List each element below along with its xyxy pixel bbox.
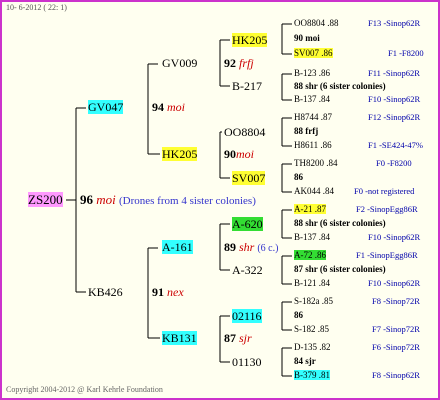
gen4-queen-3[interactable]: OO8804 — [224, 126, 265, 138]
gen5-origin-1: F13 -Sinop62R — [368, 18, 421, 28]
gen5-rating: 90 moi — [294, 33, 320, 43]
gen5-origin-1: F11 -Sinop62R — [368, 68, 420, 78]
gen5-rating: 88 shr (6 sister colonies) — [294, 81, 386, 91]
gen4-queen-4[interactable]: SV007 — [232, 171, 266, 185]
gen5-queen-bot[interactable]: H8611 .86 — [294, 141, 332, 150]
gen3-queen-3[interactable]: A-161 — [162, 240, 193, 254]
gen2-rating-1: 94 moi — [152, 100, 185, 114]
gen5-rating: 87 shr (6 sister colonies) — [294, 264, 386, 274]
gen5-queen-top[interactable]: B-123 .86 — [294, 69, 330, 78]
gen5-rating: 86 — [294, 310, 303, 320]
gen4-queen-8[interactable]: 01130 — [232, 356, 262, 368]
gen5-origin-1: F2 -SinopEgg86R — [356, 204, 418, 214]
gen4-queen-2[interactable]: B-217 — [232, 80, 262, 92]
copyright-footer: Copyright 2004-2012 @ Karl Kehrle Founda… — [6, 385, 163, 394]
gen5-rating: 88 frfj — [294, 126, 319, 136]
gen5-queen-bot[interactable]: AK044 .84 — [294, 187, 334, 196]
gen5-origin-2: F1 -SE424-47% — [368, 140, 424, 150]
gen4-queen-5[interactable]: A-620 — [232, 217, 263, 231]
gen3-rating-1: 92 frfj — [224, 56, 254, 70]
gen5-origin-2: F10 -Sinop62R — [368, 232, 421, 242]
root-rating: 96 moi (Drones from 4 sister colonies) — [80, 192, 256, 207]
gen5-origin-2: F1 -F8200 — [388, 48, 424, 58]
gen5-queen-top[interactable]: H8744 .87 — [294, 113, 332, 122]
gen5-origin-2: F10 -Sinop62R — [368, 94, 421, 104]
gen3-queen-1[interactable]: GV009 — [162, 57, 197, 69]
gen5-origin-1: F0 -F8200 — [376, 158, 412, 168]
gen5-origin-2: F0 -not registered — [354, 186, 415, 196]
header-timestamp: 10- 6-2012 ( 22: 1) — [6, 3, 67, 12]
gen5-queen-bot[interactable]: S-182 .85 — [294, 325, 329, 334]
gen5-queen-bot[interactable]: B-379 .81 — [294, 370, 330, 380]
gen5-queen-top[interactable]: D-135 .82 — [294, 343, 331, 352]
gen5-origin-2: F7 -Sinop72R — [372, 324, 420, 334]
gen5-queen-bot[interactable]: B-137 .84 — [294, 95, 330, 104]
gen5-rating: 88 shr (6 sister colonies) — [294, 218, 386, 228]
gen5-rating: 86 — [294, 172, 303, 182]
gen5-queen-bot[interactable]: SV007 .86 — [294, 48, 333, 58]
gen2-queen-1[interactable]: GV047 — [88, 100, 124, 114]
gen5-queen-top[interactable]: A-21 .87 — [294, 204, 326, 214]
gen5-rating: 84 sjr — [294, 356, 316, 366]
gen5-queen-top[interactable]: S-182a .85 — [294, 297, 333, 306]
gen5-origin-2: F10 -Sinop62R — [368, 278, 421, 288]
gen5-origin-1: F12 -Sinop62R — [368, 112, 421, 122]
gen2-rating-2: 91 nex — [152, 285, 184, 299]
gen5-queen-bot[interactable]: B-121 .84 — [294, 279, 330, 288]
gen5-queen-top[interactable]: A-72 .86 — [294, 250, 326, 260]
root-queen[interactable]: ZS200 — [28, 192, 63, 207]
gen5-queen-top[interactable]: TH8200 .84 — [294, 159, 338, 168]
gen4-queen-7[interactable]: 02116 — [232, 309, 262, 323]
gen4-queen-6[interactable]: A-322 — [232, 264, 263, 276]
gen3-queen-2[interactable]: HK205 — [162, 147, 198, 161]
gen5-queen-top[interactable]: OO8804 .88 — [294, 19, 339, 28]
gen5-queen-bot[interactable]: B-137 .84 — [294, 233, 330, 242]
root-name: ZS200 — [28, 192, 63, 207]
gen3-rating-4: 87 sjr — [224, 331, 252, 345]
gen4-queen-1[interactable]: HK205 — [232, 33, 268, 47]
gen5-origin-1: F1 -SinopEgg86R — [356, 250, 418, 260]
gen5-origin-2: F8 -Sinop62R — [372, 370, 420, 380]
pedigree-frame: 10- 6-2012 ( 22: 1) ZS200 96 moi (Drones… — [0, 0, 440, 400]
gen3-rating-3: 89 shr (6 c.) — [224, 240, 279, 254]
gen3-rating-2: 90moi — [224, 147, 254, 161]
gen5-origin-1: F6 -Sinop72R — [372, 342, 420, 352]
gen3-queen-4[interactable]: KB131 — [162, 331, 197, 345]
gen5-origin-1: F8 -Sinop72R — [372, 296, 420, 306]
gen2-queen-2[interactable]: KB426 — [88, 286, 123, 298]
